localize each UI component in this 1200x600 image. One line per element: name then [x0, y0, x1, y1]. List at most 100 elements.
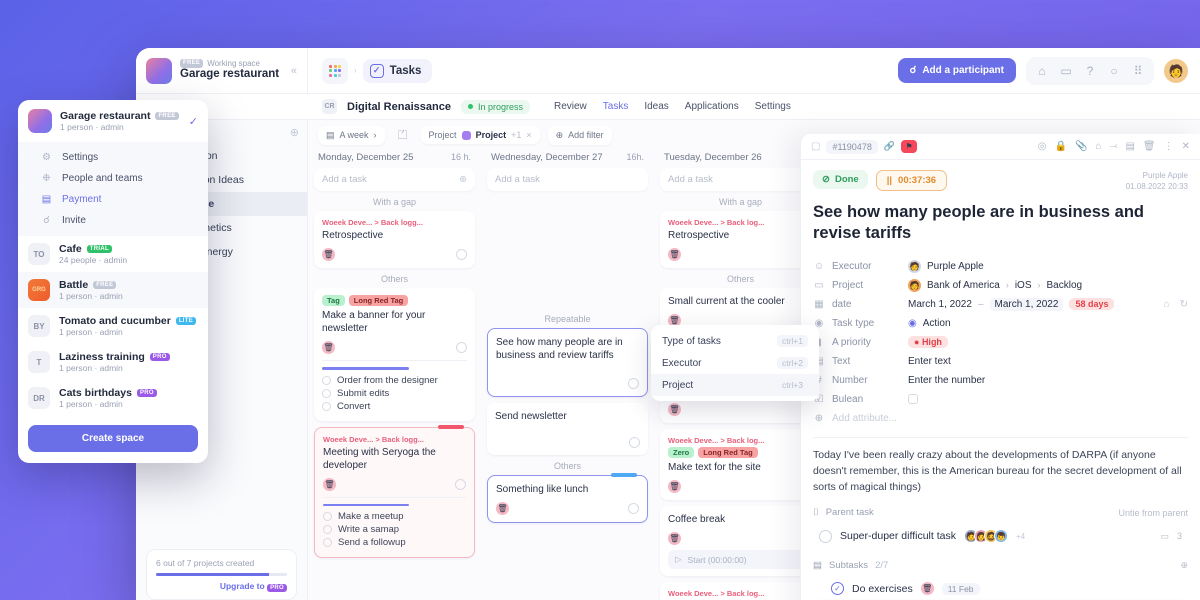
space-item-laziness-training[interactable]: T Laziness training PRO 1 person · admin	[18, 344, 208, 380]
workspace-switcher[interactable]: FREE Working space Garage restaurant «	[136, 48, 308, 94]
project-path-1[interactable]: iOS	[1015, 280, 1032, 291]
tab-ideas[interactable]: Ideas	[644, 101, 668, 112]
bulean-checkbox[interactable]	[908, 394, 918, 405]
task-card[interactable]: Woeek Deve... > Back log... Zero Test ta…	[660, 582, 821, 600]
task-id[interactable]: #1190478	[826, 139, 878, 154]
space-item-cats-birthdays[interactable]: DR Cats birthdays PRO 1 person · admin	[18, 380, 208, 416]
close-icon[interactable]: ✕	[1182, 141, 1190, 152]
task-card-selected[interactable]: See how many people are in business and …	[487, 328, 648, 397]
task-card[interactable]: Tag Long Red Tag Make a banner for your …	[314, 288, 475, 421]
bell-icon[interactable]: ⌂	[1095, 141, 1101, 152]
paperclip-icon[interactable]: 📎	[1075, 141, 1087, 152]
subtask-row[interactable]: Send a followup	[323, 537, 466, 548]
menu-item-payment[interactable]: ▤ Payment	[18, 189, 208, 210]
help-icon[interactable]: ?	[1080, 61, 1100, 81]
attribute-task-type[interactable]: ◉ Task type ◉ Action	[813, 314, 1188, 333]
context-menu-item-project[interactable]: Project ctrl+3	[651, 374, 819, 396]
attribute-number[interactable]: # Number Enter the number	[813, 371, 1188, 390]
subtask-checkbox[interactable]	[322, 401, 331, 411]
project-path-0[interactable]: Bank of America	[927, 280, 1000, 291]
context-menu[interactable]: Type of tasks ctrl+1 Executor ctrl+2 Pro…	[651, 325, 819, 401]
attribute-project[interactable]: ▭ Project 🧑 Bank of America › iOS › Back…	[813, 276, 1188, 295]
attribute-bulean[interactable]: ☑ Bulean	[813, 390, 1188, 409]
number-field[interactable]: Enter the number	[908, 375, 985, 386]
card-checkbox[interactable]	[455, 478, 466, 490]
apps-icon[interactable]: ⠿	[1128, 61, 1148, 81]
apps-grid-icon[interactable]	[322, 57, 348, 84]
project-status-badge[interactable]: In progress	[460, 99, 530, 114]
card-checkbox[interactable]	[628, 503, 639, 514]
user-avatar[interactable]: 🧑	[1164, 58, 1188, 83]
add-task-input-2[interactable]: Add a task	[660, 168, 821, 191]
context-menu-item-type[interactable]: Type of tasks ctrl+1	[651, 330, 819, 352]
bell-icon[interactable]: ⌂	[1032, 61, 1052, 81]
subtask-row[interactable]: Submit edits	[322, 388, 467, 399]
folder-icon[interactable]: ▭	[1056, 61, 1076, 81]
more-icon[interactable]: ⋮	[1164, 141, 1174, 152]
funnel-icon[interactable]: ⏍	[393, 125, 413, 145]
card-checkbox[interactable]	[456, 249, 467, 260]
search-icon[interactable]: ○	[1104, 61, 1124, 81]
task-card-selected[interactable]: Something like lunch 🗑	[487, 473, 648, 523]
parent-task-checkbox[interactable]	[819, 529, 832, 543]
add-subtask-icon[interactable]: ⊕	[1180, 560, 1188, 571]
menu-item-settings[interactable]: ⚙ Settings	[18, 147, 208, 168]
task-card[interactable]: Woeek Deve... > Back logg... Retrospecti…	[314, 211, 475, 268]
status-badge[interactable]: ⊘ Done	[813, 170, 868, 189]
task-card[interactable]: Send newsletter	[487, 403, 648, 455]
create-space-button[interactable]: Create space	[28, 425, 198, 452]
card-start-timer[interactable]: ▷ Start (00:00:00)	[668, 550, 813, 569]
task-description[interactable]: Today I've been really crazy about the d…	[813, 447, 1188, 496]
collapse-sidebar-icon[interactable]: «	[291, 65, 297, 77]
lock-icon[interactable]: 🔒	[1055, 141, 1067, 152]
parent-task-row[interactable]: Super-duper difficult task 🧑 👩 🧔 👦 +4 ▭ …	[813, 524, 1188, 548]
subtask-row[interactable]: Make a meetup	[323, 511, 466, 522]
subtask-checkbox[interactable]	[323, 538, 332, 547]
subtask-row[interactable]: ✓ Do exercises 🗑 11 Feb	[813, 577, 1188, 600]
add-task-input-1[interactable]: Add a task	[487, 168, 648, 191]
date-start[interactable]: March 1, 2022	[908, 299, 972, 310]
flag-icon[interactable]: ⚑	[901, 140, 918, 153]
period-filter[interactable]: ▤ A week ›	[318, 125, 385, 145]
untie-from-parent-button[interactable]: Untie from parent	[1118, 508, 1188, 518]
menu-item-invite[interactable]: ☌ Invite	[18, 210, 208, 231]
card-checkbox[interactable]	[629, 437, 640, 448]
share-icon[interactable]: ⤙	[1109, 141, 1117, 152]
repeat-icon[interactable]: ↻	[1180, 299, 1188, 310]
attribute-priority[interactable]: ▮ A priority ● High	[813, 333, 1188, 352]
subtask-checkbox[interactable]	[322, 388, 331, 398]
add-task-input-0[interactable]: Add a task ⊕	[314, 168, 475, 191]
tab-applications[interactable]: Applications	[685, 101, 739, 112]
add-project-icon[interactable]: ⊕	[290, 126, 299, 139]
eye-icon[interactable]: ◎	[1038, 141, 1047, 152]
add-attribute-button[interactable]: ⊕ Add attribute...	[813, 409, 1188, 428]
subtask-checkbox[interactable]	[323, 512, 332, 521]
card-checkbox[interactable]	[456, 342, 467, 353]
attribute-executor[interactable]: ☺ Executor 🧑 Purple Apple	[813, 257, 1188, 276]
task-card-selected[interactable]: Woeek Deve... > Back logg... Meeting wit…	[314, 424, 475, 558]
subtask-checkbox[interactable]	[323, 525, 332, 534]
copy-icon[interactable]: ▤	[1125, 141, 1134, 152]
space-item-battle[interactable]: GRG Battle FREE 1 person · admin	[18, 272, 208, 308]
attribute-text[interactable]: ▤ Text Enter text	[813, 352, 1188, 371]
subtask-row[interactable]: Write a samap	[323, 524, 466, 535]
link-icon[interactable]: 🔗	[884, 141, 895, 152]
context-menu-item-executor[interactable]: Executor ctrl+2	[651, 352, 819, 374]
date-end[interactable]: March 1, 2022	[989, 297, 1064, 311]
tab-review[interactable]: Review	[554, 101, 587, 112]
close-icon[interactable]: ×	[526, 130, 531, 140]
project-path-2[interactable]: Backlog	[1046, 280, 1082, 291]
upgrade-button[interactable]: Upgrade to PRO	[156, 581, 287, 592]
task-timer[interactable]: || 00:37:36	[875, 170, 948, 191]
bell-icon[interactable]: ⌂	[1164, 299, 1170, 310]
space-item-tomato-and-cucumber[interactable]: BY Tomato and cucumber LITE 1 person · a…	[18, 308, 208, 344]
breadcrumb-tasks[interactable]: ✓ Tasks	[362, 58, 433, 83]
task-card[interactable]: Woeek Deve... > Back log... Retrospectiv…	[660, 211, 821, 268]
tab-settings[interactable]: Settings	[755, 101, 791, 112]
card-checkbox[interactable]	[628, 378, 639, 389]
add-filter-button[interactable]: ⊕ Add filter	[547, 125, 612, 145]
dropdown-current-workspace[interactable]: Garage restaurant FREE 1 person · admin …	[18, 100, 208, 142]
tab-tasks[interactable]: Tasks	[603, 101, 629, 112]
subtask-row[interactable]: Convert	[322, 401, 467, 412]
space-item-cafe[interactable]: TO Cafe TRIAL 24 people · admin	[18, 236, 208, 272]
